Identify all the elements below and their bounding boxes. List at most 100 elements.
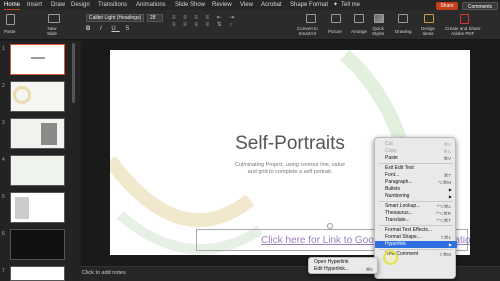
menu-item-shortcut: ⇧⌘M	[438, 252, 451, 257]
menu-separator	[379, 201, 453, 202]
thumb-swoosh	[13, 86, 31, 104]
menu-item-format-shape[interactable]: Format Shape... ⇧⌘1	[375, 234, 457, 241]
thumb-portrait-image	[41, 123, 57, 145]
share-label: Share	[440, 3, 454, 9]
tab-animations[interactable]: Animations	[136, 1, 166, 9]
paste-icon[interactable]	[6, 14, 15, 25]
paragraph-controls[interactable]: ≡ ≡ ≡ ≡ ⇤ ⇥ ≡ ≡ ≡ ≡ ⇅ ↕	[172, 14, 302, 36]
adobe-pdf-icon[interactable]	[460, 14, 469, 24]
arrange-label: Arrange	[351, 29, 368, 34]
menu-item-numbering[interactable]: Numbering ▶	[375, 193, 457, 200]
slide-thumbnail-4[interactable]	[10, 155, 65, 186]
notes-placeholder: Click to add notes	[82, 270, 126, 276]
slide-thumbnail-7[interactable]	[10, 266, 65, 281]
drawing-label: Drawing	[395, 29, 412, 34]
slide-thumbnail-1[interactable]	[10, 44, 65, 75]
menu-item-open-hyperlink[interactable]: Open Hyperlink	[309, 259, 379, 266]
lightbulb-icon: ✦	[333, 2, 339, 8]
tab-insert[interactable]: Insert	[27, 1, 42, 9]
share-button[interactable]: Share	[436, 2, 458, 10]
menu-item-copy[interactable]: Copy ⌘C	[375, 148, 457, 155]
comments-button[interactable]: Comments	[462, 2, 498, 10]
edit-hyperlink-label: Edit Hyperlink...	[314, 266, 350, 272]
menu-item-label: Format Shape...	[385, 234, 421, 240]
font-size-select[interactable]: 28	[147, 14, 163, 22]
open-hyperlink-label: Open Hyperlink	[314, 259, 349, 265]
menu-item-cut[interactable]: Cut ⌘X	[375, 141, 457, 148]
slide-thumbnail-2[interactable]	[10, 81, 65, 112]
ribbon-tabs: Home Insert Draw Design Transitions Anim…	[0, 0, 500, 10]
tab-review[interactable]: Review	[212, 1, 232, 9]
slide-number: 4	[2, 157, 5, 163]
slide-number: 6	[2, 231, 5, 237]
submenu-arrow-icon: ▶	[448, 194, 452, 199]
menu-item-label: Format Text Effects...	[385, 227, 433, 233]
menu-item-shortcut: ^⌥⌘T	[436, 218, 451, 223]
menu-item-shortcut: ⌘C	[443, 149, 451, 154]
menu-item-label: Paragraph...	[385, 179, 413, 185]
slide-number: 5	[2, 194, 5, 200]
menu-item-label: Bullets	[385, 186, 401, 192]
thumb-title-line	[31, 57, 45, 59]
design-ideas-icon[interactable]	[424, 14, 434, 23]
drawing-icon[interactable]	[398, 14, 408, 23]
menu-item-label: Thesaurus...	[385, 210, 413, 216]
tab-acrobat[interactable]: Acrobat	[261, 1, 282, 9]
tab-shape-format[interactable]: Shape Format	[290, 1, 328, 9]
hyperlink-submenu: Open Hyperlink Edit Hyperlink... ⌘K	[308, 257, 378, 274]
font-format-buttons[interactable]: B I U S	[86, 26, 166, 36]
tab-design[interactable]: Design	[71, 1, 90, 9]
tab-draw[interactable]: Draw	[51, 1, 65, 9]
menu-item-paragraph[interactable]: Paragraph... ⌥⌘M	[375, 179, 457, 186]
menu-item-paste[interactable]: Paste ⌘V	[375, 155, 457, 162]
thumb-image	[15, 197, 29, 219]
menu-item-font[interactable]: Font... ⌘T	[375, 172, 457, 179]
design-ideas-label: Design Ideas	[421, 26, 436, 36]
ribbon: Paste New Slide Calibri Light (Headings)…	[0, 10, 500, 40]
menu-item-label: Font...	[385, 172, 400, 178]
menu-item-label: Hyperlink	[385, 241, 406, 247]
slide-number: 1	[2, 46, 5, 52]
tab-slide-show[interactable]: Slide Show	[175, 1, 205, 9]
convert-smartart-label: Convert to SmartArt	[297, 26, 318, 36]
thumbnail-scrollbar[interactable]	[72, 43, 75, 103]
tab-transitions[interactable]: Transitions	[98, 1, 127, 9]
smartart-icon[interactable]	[306, 14, 316, 23]
quick-styles-icon[interactable]	[374, 14, 384, 23]
picture-label: Picture	[328, 29, 343, 34]
menu-item-bullets[interactable]: Bullets ▶	[375, 186, 457, 193]
menu-separator	[379, 163, 453, 164]
tab-home[interactable]: Home	[4, 1, 21, 10]
new-slide-icon[interactable]	[48, 14, 60, 23]
tell-me-search[interactable]: Tell me	[341, 1, 360, 9]
menu-item-hyperlink[interactable]: Hyperlink ▶	[375, 241, 457, 248]
rotate-handle[interactable]	[327, 223, 333, 229]
create-share-pdf-label: Create and Share Adobe PDF	[445, 26, 481, 36]
slide-thumbnail-pane: 1 2 3 4 5 6 7	[0, 41, 80, 281]
menu-item-edit-hyperlink[interactable]: Edit Hyperlink... ⌘K	[309, 266, 379, 273]
menu-item-shortcut: ⌘V	[443, 156, 451, 161]
cursor-highlight-icon	[383, 250, 398, 265]
menu-item-smart-lookup[interactable]: Smart Lookup... ^⌥⌘L	[375, 203, 457, 210]
arrange-icon[interactable]	[354, 14, 364, 23]
menu-item-label: Numbering	[385, 193, 410, 199]
menu-item-shortcut: ⇧⌘1	[440, 235, 451, 240]
picture-icon[interactable]	[331, 14, 341, 23]
menu-item-label: Exit Edit Text	[385, 165, 414, 171]
slide-thumbnail-5[interactable]	[10, 192, 65, 223]
tab-view[interactable]: View	[240, 1, 253, 9]
menu-item-label: Copy	[385, 148, 397, 154]
slide-thumbnail-3[interactable]	[10, 118, 65, 149]
menu-item-thesaurus[interactable]: Thesaurus... ^⌥⌘R	[375, 210, 457, 217]
slide-number: 2	[2, 83, 5, 89]
menu-item-translate[interactable]: Translate... ^⌥⌘T	[375, 217, 457, 224]
menu-item-format-text-effects[interactable]: Format Text Effects...	[375, 227, 457, 234]
menu-separator	[379, 225, 453, 226]
slide-thumbnail-6[interactable]	[10, 229, 65, 260]
menu-item-label: Cut	[385, 141, 393, 147]
font-name-select[interactable]: Calibri Light (Headings)	[86, 14, 144, 22]
new-slide-label: New Slide	[47, 26, 58, 36]
menu-item-exit-edit-text[interactable]: Exit Edit Text	[375, 165, 457, 172]
menu-item-shortcut: ⌘X	[443, 142, 451, 147]
edit-hyperlink-shortcut: ⌘K	[365, 267, 373, 272]
